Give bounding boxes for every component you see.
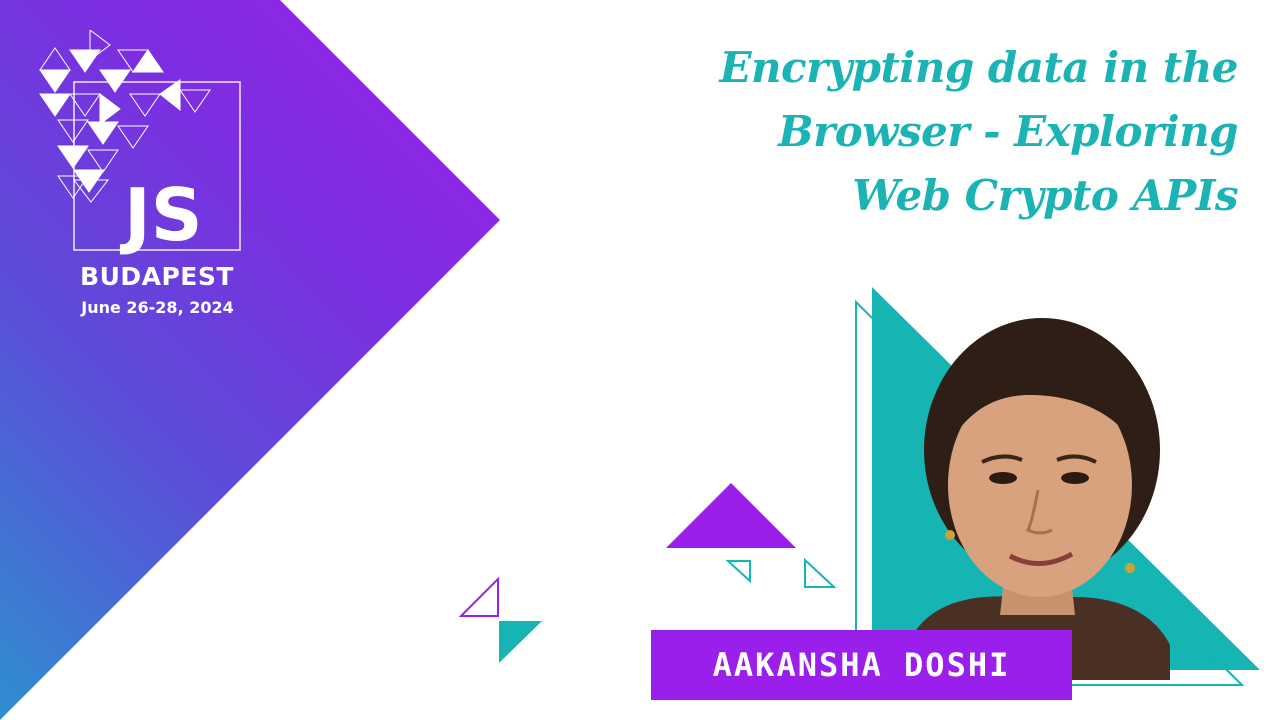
speaker-name: AAKANSHA DOSHI — [712, 646, 1011, 684]
small-purple-outline — [458, 576, 499, 617]
event-city: BUDAPEST — [80, 262, 234, 291]
speaker-name-badge: AAKANSHA DOSHI — [651, 630, 1072, 700]
talk-title: Encrypting data in the Browser - Explori… — [598, 36, 1239, 228]
event-dates: June 26-28, 2024 — [81, 298, 234, 317]
talk-title-line: Encrypting data in the — [719, 43, 1239, 92]
small-teal-filled — [499, 621, 542, 663]
js-budapest-logo: JS — [39, 30, 241, 255]
talk-title-line: Browser - Exploring — [778, 107, 1238, 156]
purple-triangle — [666, 483, 796, 548]
small-teal-outline-b — [804, 557, 837, 588]
small-teal-outline-a — [725, 560, 751, 584]
talk-title-line: Web Crypto APIs — [852, 171, 1238, 220]
speaker-photo — [910, 318, 1170, 680]
logo-js-text: JS — [119, 173, 203, 255]
